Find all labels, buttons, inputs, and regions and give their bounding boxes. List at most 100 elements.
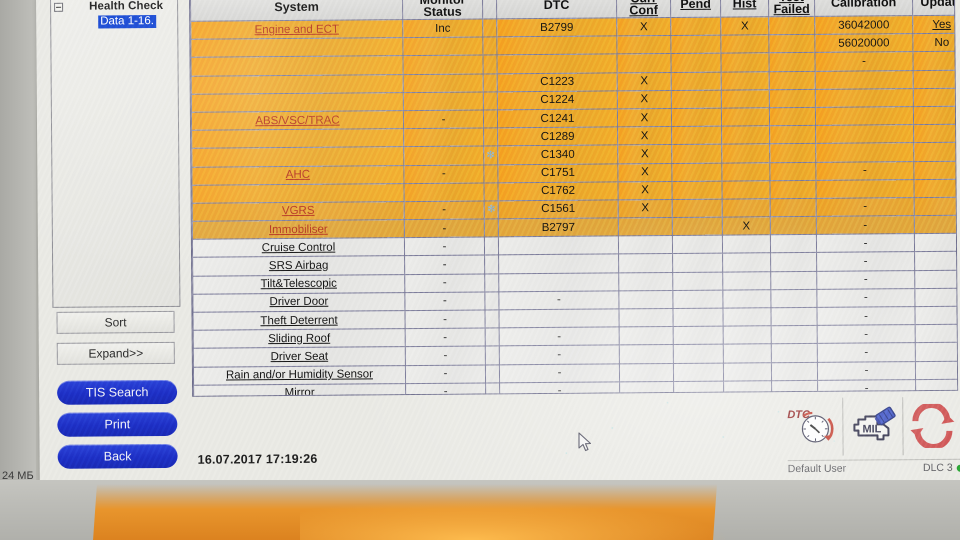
cell-hist — [723, 362, 772, 381]
cell-hist — [723, 380, 772, 397]
cell-update — [913, 106, 959, 125]
cell-system[interactable]: AHC — [191, 165, 404, 185]
cell-dtc[interactable] — [498, 272, 619, 292]
cell-pend — [671, 144, 722, 164]
cell-dtc[interactable]: C1561 — [498, 199, 619, 219]
cell-system[interactable]: VGRS — [192, 201, 405, 222]
column-header-system[interactable]: System — [190, 0, 403, 22]
cell-update — [914, 197, 959, 216]
tree-root-row[interactable]: Health Check — [51, 0, 177, 15]
cell-system[interactable]: Mirror — [193, 383, 406, 397]
tis-search-button[interactable]: TIS Search — [57, 379, 178, 405]
cell-freeze-frame[interactable]: ❄ — [483, 146, 498, 165]
cell-system[interactable]: Sliding Roof — [193, 328, 406, 349]
cell-dtc[interactable] — [496, 54, 618, 74]
health-check-window: Health Check Data 1-16. Sort Expand>> TI… — [36, 0, 960, 492]
cell-curr-conf — [616, 35, 671, 55]
column-header-pend[interactable]: Pend — [670, 0, 721, 18]
cell-system[interactable]: Rain and/or Humidity Sensor — [193, 365, 406, 386]
cell-freeze-frame — [485, 382, 500, 397]
cell-dtc[interactable]: C1223 — [497, 72, 618, 92]
cell-dtc[interactable] — [496, 36, 617, 56]
cell-system[interactable] — [191, 92, 404, 113]
dtc-clock-button[interactable]: DTC — [784, 397, 844, 457]
column-header-update[interactable]: Update — [912, 0, 959, 16]
cell-dtc[interactable]: - — [498, 290, 619, 310]
cell-system[interactable]: Driver Door — [192, 292, 405, 313]
cell-curr-conf — [618, 272, 673, 291]
cell-dtc[interactable]: - — [499, 345, 620, 365]
tree-title: Health Check — [89, 0, 164, 13]
cell-pend — [672, 217, 723, 236]
cell-dtc[interactable]: - — [499, 327, 620, 347]
cell-dtc[interactable]: B2799 — [496, 17, 617, 38]
column-header-hist[interactable]: Hist — [720, 0, 769, 18]
cell-system[interactable]: ABS/VSC/TRAC — [191, 110, 404, 131]
cell-hist: X — [722, 216, 771, 236]
cell-test-failed — [771, 343, 818, 363]
cell-calibration: - — [815, 161, 914, 181]
cell-system[interactable] — [191, 74, 404, 95]
cell-system[interactable] — [191, 128, 404, 149]
tree-item-data-1-16[interactable]: Data 1-16. — [98, 15, 156, 29]
cell-dtc[interactable]: - — [499, 381, 620, 397]
column-header-test-failed[interactable]: Test Failed — [768, 0, 815, 17]
cell-system[interactable]: SRS Airbag — [192, 256, 405, 276]
back-button[interactable]: Back — [57, 443, 178, 469]
cell-freeze-frame[interactable]: ❄ — [484, 200, 499, 220]
column-header-dtc[interactable]: DTC — [496, 0, 617, 19]
cell-pend — [671, 162, 722, 182]
cell-dtc[interactable]: C1241 — [497, 108, 618, 129]
cell-monitor-status — [402, 37, 483, 56]
cell-calibration: - — [817, 379, 916, 397]
cell-dtc[interactable]: B2797 — [498, 217, 619, 238]
cell-system[interactable]: Tilt&Telescopic — [192, 274, 405, 295]
cell-update[interactable]: No — [912, 33, 959, 52]
cell-dtc[interactable]: C1340 — [497, 145, 618, 165]
cell-system[interactable]: Theft Deterrent — [192, 310, 406, 331]
cell-freeze-frame — [484, 273, 499, 292]
cell-system[interactable]: Immobiliser — [192, 219, 405, 240]
cell-system[interactable]: Engine and ECT — [190, 19, 403, 40]
cell-dtc[interactable]: - — [499, 363, 620, 383]
cell-system[interactable] — [190, 55, 404, 76]
cell-hist — [720, 53, 770, 72]
print-button[interactable]: Print — [57, 411, 178, 437]
cell-curr-conf: X — [618, 199, 673, 218]
cell-curr-conf — [618, 235, 673, 255]
column-header-calibration[interactable]: Calibration — [814, 0, 913, 17]
snowflake-icon: ❄ — [486, 203, 496, 216]
cell-dtc[interactable]: C1762 — [497, 181, 619, 201]
cell-curr-conf: X — [617, 72, 672, 91]
column-header-monitor-status[interactable]: Monitor Status — [402, 0, 483, 20]
cell-calibration — [815, 142, 914, 162]
dtc-results-table[interactable]: System Monitor Status DTC Curr Conf Pend… — [188, 0, 959, 397]
cell-system[interactable]: Cruise Control — [192, 237, 405, 258]
mil-check-button[interactable]: MIL — [843, 397, 904, 456]
session-status-bar: Default User DLC 3 — [787, 458, 960, 476]
refresh-button[interactable] — [903, 397, 960, 455]
column-header-curr-conf[interactable]: Curr Conf — [616, 0, 671, 18]
cell-dtc[interactable] — [498, 236, 619, 256]
health-check-tree[interactable]: Health Check Data 1-16. — [49, 0, 181, 308]
cell-system[interactable]: Driver Seat — [193, 346, 406, 367]
connection-label: DLC 3 — [922, 461, 953, 475]
collapse-expander-icon[interactable] — [54, 2, 64, 12]
cell-hist — [722, 198, 771, 218]
expand-button[interactable]: Expand>> — [56, 341, 175, 365]
cell-monitor-status — [402, 55, 484, 75]
cell-dtc[interactable]: C1751 — [497, 163, 618, 183]
cell-system[interactable] — [190, 37, 403, 58]
cell-dtc[interactable]: C1289 — [497, 127, 618, 147]
cell-hist — [722, 234, 771, 254]
cell-dtc[interactable]: C1224 — [497, 90, 618, 110]
sort-button[interactable]: Sort — [56, 310, 175, 334]
cell-dtc[interactable] — [498, 308, 620, 329]
cell-curr-conf — [618, 217, 673, 237]
cell-system[interactable] — [191, 183, 405, 204]
cell-system[interactable] — [191, 146, 404, 167]
cell-dtc[interactable] — [498, 254, 619, 274]
cell-calibration: - — [817, 361, 916, 381]
cell-update[interactable]: Yes — [912, 15, 959, 34]
dtc-clock-icon: DTC — [787, 409, 834, 443]
